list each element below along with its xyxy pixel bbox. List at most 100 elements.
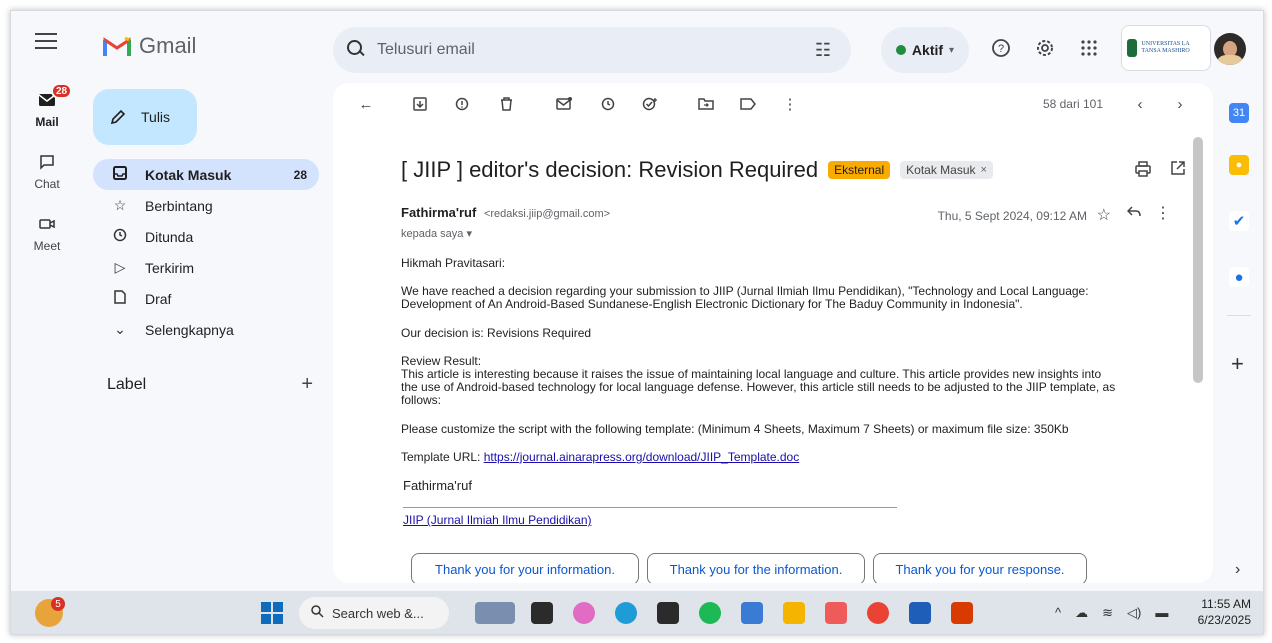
review-text: This article is interesting because it r… bbox=[401, 366, 1116, 408]
reply-icon[interactable] bbox=[1126, 205, 1141, 223]
task-view-icon[interactable] bbox=[531, 602, 553, 624]
rail-chat[interactable]: Chat bbox=[11, 151, 83, 213]
pdf-reader-icon[interactable] bbox=[951, 602, 973, 624]
sidebar-item-starred[interactable]: ☆ Berbintang bbox=[93, 190, 319, 221]
chat-icon bbox=[35, 151, 59, 173]
trash-icon[interactable] bbox=[495, 93, 517, 115]
scrollbar[interactable] bbox=[1193, 137, 1203, 383]
sender-name[interactable]: Fathirma'ruf bbox=[401, 205, 476, 220]
smart-reply-button[interactable]: Thank you for the information. bbox=[647, 553, 865, 583]
svg-text:?: ? bbox=[998, 43, 1004, 55]
sidebar-item-inbox[interactable]: Kotak Masuk 28 bbox=[93, 159, 319, 190]
status-label: Aktif bbox=[911, 42, 944, 58]
account-avatar[interactable] bbox=[1214, 33, 1246, 65]
chevron-left-icon[interactable]: ‹ bbox=[1129, 93, 1151, 115]
organization-badge[interactable]: UNIVERSITAS LA TANSA MASHIRO bbox=[1121, 25, 1211, 71]
search-options-icon[interactable]: ☷ bbox=[815, 40, 831, 61]
camera-icon[interactable] bbox=[741, 602, 763, 624]
sidebar-item-more[interactable]: ⌄ Selengkapnya bbox=[93, 314, 319, 345]
back-arrow-icon[interactable]: ← bbox=[355, 93, 377, 115]
mail-icon: 28 bbox=[35, 83, 73, 111]
keep-icon[interactable]: ● bbox=[1229, 155, 1249, 175]
browser-window: Gmail ☷ Aktif ▾ ? UNIVERSITAS LA TANSA M… bbox=[10, 10, 1264, 635]
more-vertical-icon[interactable]: ⋮ bbox=[1155, 203, 1171, 223]
status-dropdown[interactable]: Aktif ▾ bbox=[881, 27, 969, 73]
rail-mail[interactable]: 28 Mail bbox=[11, 83, 83, 151]
gmail-logo[interactable]: Gmail bbox=[103, 33, 196, 59]
print-icon[interactable] bbox=[1135, 161, 1151, 182]
word-icon[interactable] bbox=[909, 602, 931, 624]
paragraph-template-url: Template URL: https://journal.ainarapres… bbox=[401, 450, 1121, 464]
sidebar-item-drafts[interactable]: Draf bbox=[93, 283, 319, 314]
chevron-right-icon[interactable]: › bbox=[1235, 561, 1240, 579]
video-camera-icon bbox=[35, 213, 59, 235]
add-label-icon[interactable]: + bbox=[301, 373, 313, 396]
taskbar-search-placeholder: Search web &... bbox=[332, 605, 424, 621]
external-tag: Eksternal bbox=[828, 161, 891, 179]
chevron-up-icon[interactable]: ^ bbox=[1055, 605, 1061, 621]
sidebar-item-sent[interactable]: ▷ Terkirim bbox=[93, 252, 319, 283]
sidebar-item-snoozed[interactable]: Ditunda bbox=[93, 221, 319, 252]
smart-reply-button[interactable]: Thank you for your response. bbox=[873, 553, 1087, 583]
rail-chat-label: Chat bbox=[34, 177, 60, 191]
search-bar[interactable]: ☷ bbox=[333, 27, 851, 73]
search-input[interactable] bbox=[377, 41, 797, 59]
taskbar-search[interactable]: Search web &... bbox=[299, 597, 449, 629]
volume-icon[interactable]: ◁) bbox=[1127, 605, 1141, 621]
store-icon[interactable] bbox=[657, 602, 679, 624]
sidebar-item-label: Draf bbox=[145, 290, 172, 307]
calendar-icon[interactable]: 31 bbox=[1229, 103, 1249, 123]
edge-browser-icon[interactable] bbox=[615, 602, 637, 624]
file-explorer-icon[interactable] bbox=[783, 602, 805, 624]
help-icon[interactable]: ? bbox=[989, 36, 1013, 60]
windows-start-icon[interactable] bbox=[261, 602, 283, 624]
snooze-clock-icon[interactable] bbox=[597, 93, 619, 115]
email-subject-row: [ JIIP ] editor's decision: Revision Req… bbox=[401, 157, 993, 183]
tasks-icon[interactable]: ✔ bbox=[1229, 211, 1249, 231]
smart-reply-button[interactable]: Thank you for your information. bbox=[411, 553, 639, 583]
spotify-icon[interactable] bbox=[699, 602, 721, 624]
snipping-tool-icon[interactable] bbox=[825, 602, 847, 624]
contacts-icon[interactable]: ● bbox=[1229, 267, 1249, 287]
cloud-icon[interactable]: ☁ bbox=[1075, 605, 1088, 621]
email-body: Hikmah Pravitasari: We have reached a de… bbox=[401, 256, 1121, 527]
gmail-m-icon bbox=[103, 36, 131, 56]
top-bar: Gmail ☷ Aktif ▾ ? UNIVERSITAS LA TANSA M… bbox=[11, 11, 1263, 75]
more-vertical-icon[interactable]: ⋮ bbox=[779, 93, 801, 115]
compose-label: Tulis bbox=[141, 109, 171, 125]
send-icon: ▷ bbox=[114, 259, 126, 275]
label-tag-icon[interactable] bbox=[737, 93, 759, 115]
move-to-folder-icon[interactable] bbox=[695, 93, 717, 115]
journal-link[interactable]: JIIP (Jurnal Ilmiah Ilmu Pendidikan) bbox=[403, 513, 592, 527]
rail-meet[interactable]: Meet bbox=[11, 213, 83, 275]
paragraph-template: Please customize the script with the fol… bbox=[401, 421, 1069, 436]
main-menu-icon[interactable] bbox=[35, 33, 57, 51]
star-icon[interactable]: ☆ bbox=[1097, 205, 1111, 225]
chrome-icon[interactable] bbox=[867, 602, 889, 624]
recipient-dropdown[interactable]: kepada saya ▾ bbox=[401, 227, 472, 240]
battery-icon[interactable]: ▬ bbox=[1155, 605, 1168, 621]
add-addon-icon[interactable]: + bbox=[1231, 351, 1244, 377]
compose-button[interactable]: Tulis bbox=[93, 89, 197, 145]
archive-icon[interactable] bbox=[409, 93, 431, 115]
template-url-link[interactable]: https://journal.ainarapress.org/download… bbox=[484, 450, 800, 464]
labels-title: Label bbox=[107, 375, 147, 393]
taskbar-clock[interactable]: 11:55 AM 6/23/2025 bbox=[1197, 596, 1251, 628]
apps-grid-icon[interactable] bbox=[1077, 36, 1101, 60]
wifi-icon[interactable]: ≋ bbox=[1102, 605, 1113, 621]
recipient-label: kepada saya bbox=[401, 228, 464, 240]
chevron-right-icon[interactable]: › bbox=[1169, 93, 1191, 115]
email-panel: ← ⋮ 58 dari 101 ‹ › [JIIP] editor's de… bbox=[333, 83, 1213, 583]
copilot-icon[interactable] bbox=[573, 602, 595, 624]
add-to-tasks-icon[interactable] bbox=[639, 93, 661, 115]
widgets-icon[interactable] bbox=[475, 602, 515, 624]
settings-gear-icon[interactable] bbox=[1033, 36, 1057, 60]
unread-badge: 28 bbox=[51, 83, 73, 99]
remove-label-icon[interactable]: × bbox=[981, 164, 987, 176]
paragraph-decision-intro: We have reached a decision regarding you… bbox=[401, 284, 1089, 312]
mark-unread-icon[interactable] bbox=[553, 93, 575, 115]
search-icon[interactable] bbox=[347, 40, 367, 60]
report-spam-icon[interactable] bbox=[451, 93, 473, 115]
email-date: Thu, 5 Sept 2024, 09:12 AM bbox=[937, 209, 1087, 223]
open-new-window-icon[interactable] bbox=[1171, 161, 1185, 180]
